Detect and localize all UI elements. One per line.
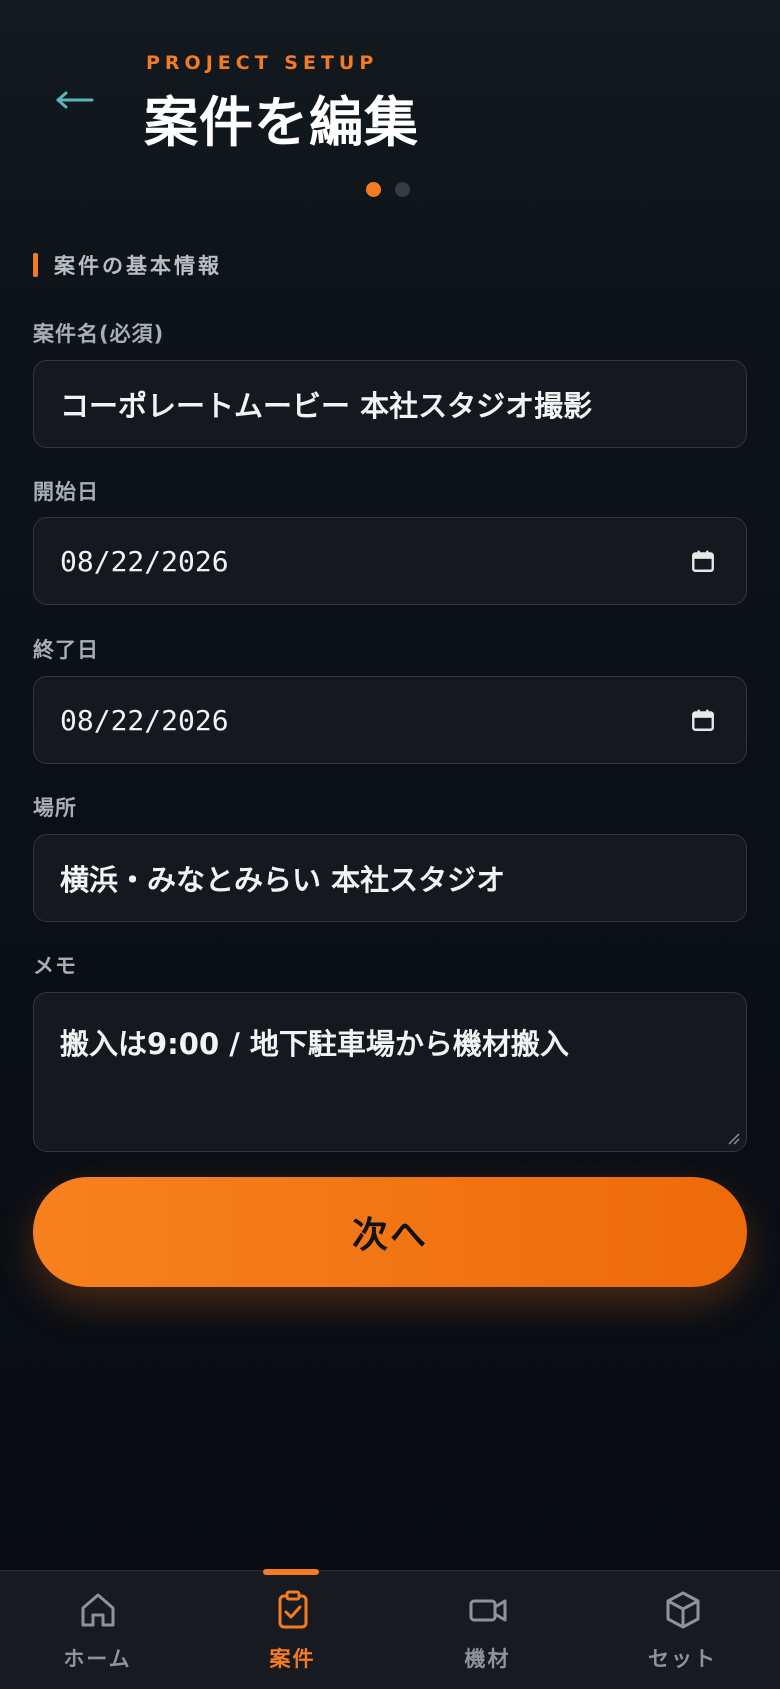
calendar-icon[interactable] <box>690 707 716 733</box>
back-button[interactable] <box>52 78 96 122</box>
calendar-icon[interactable] <box>690 548 716 574</box>
memo-textarea[interactable]: 搬入は9:00 / 地下駐車場から機材搬入 <box>33 992 747 1152</box>
project-name-input[interactable]: コーポレートムービー 本社スタジオ撮影 <box>33 360 747 448</box>
page-eyebrow: PROJECT SETUP <box>146 52 379 74</box>
step-dot-2 <box>395 182 410 197</box>
resize-handle-icon[interactable] <box>726 1131 740 1145</box>
arrow-left-icon <box>56 91 94 109</box>
start-date-input[interactable]: 08/22/2026 <box>33 517 747 605</box>
bottom-tab-bar: ホーム 案件 機材 セット <box>0 1569 780 1689</box>
project-name-value: コーポレートムービー 本社スタジオ撮影 <box>60 389 593 423</box>
start-date-label: 開始日 <box>33 480 99 504</box>
section-header: 案件の基本情報 <box>33 250 222 280</box>
page-title: 案件を編集 <box>144 91 419 154</box>
home-icon <box>81 1593 114 1627</box>
tab-projects[interactable]: 案件 <box>195 1569 390 1689</box>
video-camera-icon <box>469 1599 506 1622</box>
box-icon <box>666 1591 699 1629</box>
next-button-label: 次へ <box>351 1215 428 1256</box>
location-value: 横浜・みなとみらい 本社スタジオ <box>60 863 506 897</box>
end-date-input[interactable]: 08/22/2026 <box>33 676 747 764</box>
start-date-value: 08/22/2026 <box>60 544 229 578</box>
section-accent-bar <box>33 253 38 277</box>
project-name-label: 案件名(必須) <box>33 322 165 346</box>
tab-projects-label: 案件 <box>269 1647 316 1671</box>
tab-equipment[interactable]: 機材 <box>390 1571 585 1689</box>
end-date-value: 08/22/2026 <box>60 703 229 737</box>
clipboard-check-icon <box>278 1590 307 1629</box>
memo-label: メモ <box>33 954 77 978</box>
active-tab-indicator <box>263 1569 319 1575</box>
memo-value: 搬入は9:00 / 地下駐車場から機材搬入 <box>60 1027 569 1061</box>
step-indicator <box>366 182 410 197</box>
tab-sets[interactable]: セット <box>585 1571 780 1689</box>
tab-sets-label: セット <box>648 1647 717 1671</box>
tab-home-label: ホーム <box>63 1647 132 1671</box>
header: PROJECT SETUP 案件を編集 <box>0 0 780 220</box>
tab-equipment-label: 機材 <box>464 1647 511 1671</box>
location-label: 場所 <box>33 796 77 820</box>
tab-home[interactable]: ホーム <box>0 1571 195 1689</box>
next-button[interactable]: 次へ <box>33 1177 747 1287</box>
end-date-label: 終了日 <box>33 638 99 662</box>
location-input[interactable]: 横浜・みなとみらい 本社スタジオ <box>33 834 747 922</box>
step-dot-1 <box>366 182 381 197</box>
section-title: 案件の基本情報 <box>54 254 222 278</box>
